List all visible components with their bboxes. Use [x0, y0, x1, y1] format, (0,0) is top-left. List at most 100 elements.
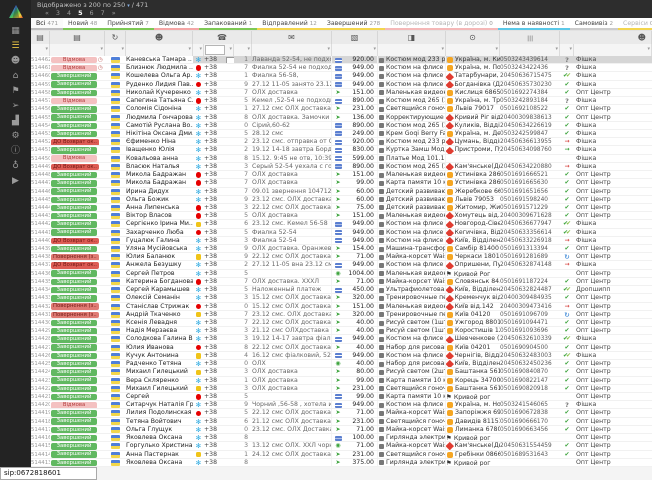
tab-5[interactable]: Відправлений 12 — [257, 18, 322, 30]
ttn-number[interactable]: 0501691651656 — [500, 188, 560, 195]
ttn-number[interactable]: 20450636613955 — [500, 138, 560, 145]
table-row[interactable]: 514444 Завершений Анна Липенська +38 3 2… — [31, 204, 652, 212]
table-row[interactable]: 514442 Завершений Сергієнко Ірина Ми.. +… — [31, 220, 652, 228]
table-row[interactable]: 514446 Завершений Ирина Дидух ✻ +38 7 09… — [31, 188, 652, 196]
customer-phone[interactable]: +38 — [204, 261, 234, 268]
table-row[interactable]: 514455 Завершений Людмила Гончарова ✻ +3… — [31, 114, 652, 122]
customer-phone[interactable]: +38 — [204, 130, 234, 137]
customer-phone[interactable]: +38 — [204, 179, 234, 186]
ttn-number[interactable]: 0501691313394 — [500, 245, 560, 252]
table-row[interactable]: 514431 Повернення (з.. Андрій Ткаченко +… — [31, 311, 652, 319]
statistics-icon[interactable]: ▟ — [0, 114, 31, 129]
ttn-number[interactable]: 0501690840870 — [500, 368, 560, 375]
customer-name[interactable]: Анжела Безушку — [126, 261, 193, 268]
table-row[interactable]: 514421 Завершений Сергей +38 5 99.00 Кар… — [31, 393, 652, 401]
filter-cell-13[interactable] — [574, 44, 652, 56]
customer-phone[interactable]: +38 — [204, 56, 234, 63]
range-dropdown-caret[interactable]: ▾ — [127, 3, 130, 9]
filter-cell-7[interactable] — [252, 44, 332, 56]
phone-filter-input[interactable] — [205, 45, 225, 55]
ttn-number[interactable] — [500, 393, 560, 400]
table-row[interactable]: 514428 Завершений Солодкова Галина В.. ✻… — [31, 335, 652, 343]
customer-phone[interactable]: +38 — [204, 409, 234, 416]
table-row[interactable]: 514423 Завершений Вера Скляренко ✻ +38 1… — [31, 377, 652, 385]
company-icon[interactable]: ⌂ — [0, 69, 31, 84]
table-row[interactable]: 514435 Завершений Катерина Богданова +38… — [31, 278, 652, 286]
ttn-number[interactable]: 20450632483003 — [500, 352, 560, 359]
customer-name[interactable]: Анна Пастернак — [126, 451, 193, 458]
ttn-number[interactable]: 0503242893184 — [500, 97, 560, 104]
customer-name[interactable]: Юлия Баланюк — [126, 253, 193, 260]
customer-name[interactable]: Николай Кучеренко — [126, 89, 193, 96]
tab-9[interactable]: Самовивіз 2 — [570, 18, 618, 30]
ttn-number[interactable]: 0501690820918 — [500, 385, 560, 392]
table-row[interactable]: 514456 Завершений Соломія Сідоніна ✻ +38… — [31, 105, 652, 113]
table-row[interactable]: 514418 Завершений Тетяна Войтович ✻ +38 … — [31, 418, 652, 426]
page-4[interactable]: 4 — [67, 9, 71, 17]
customer-phone[interactable]: +38 — [204, 426, 234, 433]
ttn-number[interactable]: 0501691571229 — [500, 204, 560, 211]
ttn-number[interactable]: 20450631554459 — [500, 442, 560, 449]
customer-name[interactable]: Сергієнко Ірина Ми.. — [126, 220, 193, 227]
customer-phone[interactable]: +38 — [204, 163, 234, 170]
filter-cell-1[interactable] — [50, 44, 105, 56]
table-row[interactable]: 514461 Відмова◷ Близнюк Людмила .. +38 7… — [31, 64, 652, 72]
customer-name[interactable]: Радченко Тетяна — [126, 360, 193, 367]
filter-cell-9[interactable] — [378, 44, 446, 56]
filter-cell-10[interactable] — [446, 44, 500, 56]
table-row[interactable]: 514426 Завершений Кучук Антонина +38 4 1… — [31, 352, 652, 360]
customer-name[interactable]: Сергей Карамышев — [126, 286, 193, 293]
dashboard-icon[interactable]: ▦ — [0, 24, 31, 39]
customer-name[interactable]: Єфименко Ніна — [126, 138, 193, 145]
table-row[interactable]: 514420 Відмова Ситарчук Наталія Гр.. ✻ +… — [31, 401, 652, 409]
tab-3[interactable]: Відмова 42 — [154, 18, 199, 30]
tab-10[interactable]: Сервіси 0 — [618, 18, 652, 30]
customer-phone[interactable]: +38 — [204, 377, 234, 384]
ttn-number[interactable]: 20450634220880 — [500, 163, 560, 170]
ttn-number[interactable]: 0501691665630 — [500, 179, 560, 186]
table-row[interactable]: 514459 Завершений Руденко Лидия Пав.. +3… — [31, 81, 652, 89]
payment-icon[interactable]: ▧ — [332, 31, 378, 44]
table-row[interactable]: 514430 Завершений Ксенія Левадня ✻ +38 7… — [31, 319, 652, 327]
tab-2[interactable]: Прийнятий 7 — [102, 18, 154, 30]
customer-phone[interactable]: +38 — [204, 434, 234, 441]
table-row[interactable]: 514443 Завершений Віктор Власов +38 5 ОЛ… — [31, 212, 652, 220]
ttn-number[interactable]: 20400309838613 — [500, 114, 560, 121]
table-row[interactable]: 514432 Повернення (з.. Станіслав Стрижак… — [31, 303, 652, 311]
customer-phone[interactable]: +38 — [204, 352, 234, 359]
tab-0[interactable]: Всі 471 — [31, 18, 63, 30]
customer-phone[interactable]: +38 — [204, 114, 234, 121]
customer-phone[interactable]: +38 — [204, 188, 234, 195]
customer-phone[interactable]: +38 — [204, 360, 234, 367]
page-5[interactable]: 5 — [78, 9, 82, 17]
customer-name[interactable]: Ольга Божик — [126, 196, 193, 203]
ttn-number[interactable]: 20450636677947 — [500, 220, 560, 227]
tab-8[interactable]: Нема в наявності 1 — [498, 18, 570, 30]
customer-phone[interactable]: +38 — [204, 368, 234, 375]
customer-name[interactable]: Ольга Глущук — [126, 426, 193, 433]
ttn-number[interactable]: 0503243422436 — [500, 64, 560, 71]
customer-phone[interactable]: +38 — [204, 459, 234, 466]
table-row[interactable]: 514419 Завершений Лилия Подолинская +38 … — [31, 409, 652, 417]
ttn-number[interactable]: 0501690822147 — [500, 377, 560, 384]
ttn-number[interactable]: 20450634098760 — [500, 146, 560, 153]
product-icon[interactable]: ◨ — [378, 31, 446, 44]
ttn-number[interactable]: 0501691096709 — [500, 311, 560, 318]
ttn-number[interactable]: 0501692274384 — [500, 89, 560, 96]
tab-4[interactable]: Запакований 1 — [199, 18, 257, 30]
customer-phone[interactable]: +38 — [204, 286, 234, 293]
customer-phone[interactable]: +38 — [204, 401, 234, 408]
ttn-number[interactable]: 0501690666170 — [500, 418, 560, 425]
customer-name[interactable]: Тетяна Войтович — [126, 418, 193, 425]
products-icon[interactable]: ⚑ — [0, 84, 31, 99]
customer-name[interactable]: Сергей Петров — [126, 270, 193, 277]
table-row[interactable]: 514454 Завершений Самотій Руслана Во.. ✻… — [31, 122, 652, 130]
customer-name[interactable]: Власюк Наталья — [126, 163, 193, 170]
ttn-number[interactable] — [500, 270, 560, 277]
customer-name[interactable]: Самотій Руслана Во.. — [126, 122, 193, 129]
customer-phone[interactable]: +38 — [204, 253, 234, 260]
customer-phone[interactable]: +38 — [204, 72, 234, 79]
table-row[interactable]: 514447 Завершений Микола Бадражан +38 7 … — [31, 179, 652, 187]
ttn-icon[interactable]: ∣∣∣ — [500, 31, 560, 44]
table-row[interactable]: 514441 Завершений Захарченко Люба +38 5 … — [31, 229, 652, 237]
